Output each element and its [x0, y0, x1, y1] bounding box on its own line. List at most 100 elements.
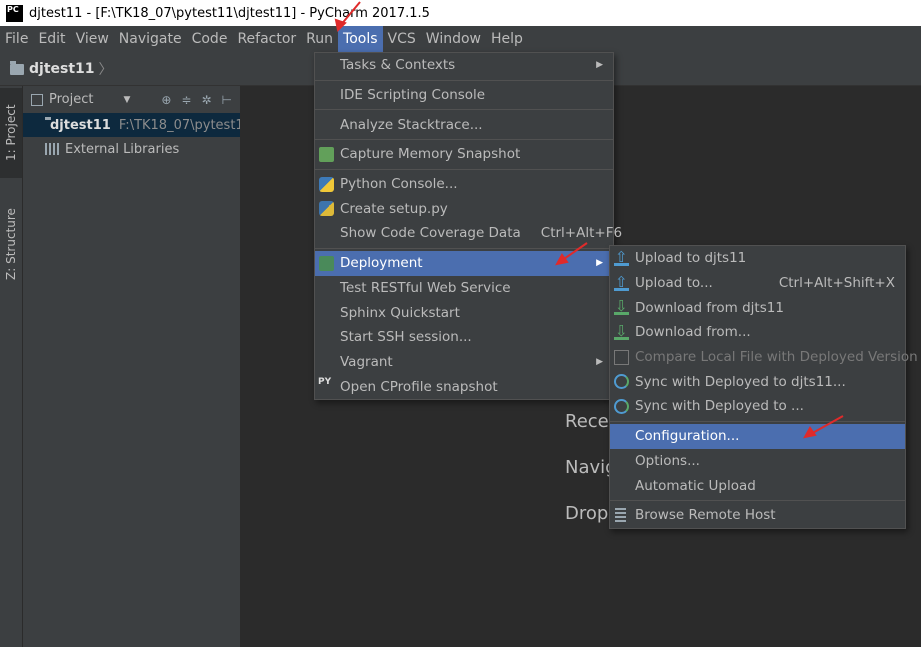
- tab-structure[interactable]: Z: Structure: [0, 194, 22, 294]
- menu-edit[interactable]: Edit: [33, 26, 70, 53]
- separator: [315, 168, 613, 170]
- menu-item-options[interactable]: Options...: [610, 449, 905, 474]
- ide-scripting-label: IDE Scripting Console: [340, 87, 486, 104]
- cprofile-label: Open CProfile snapshot: [340, 378, 498, 395]
- sphinx-label: Sphinx Quickstart: [340, 304, 460, 321]
- menu-item-sync[interactable]: Sync with Deployed to ...: [610, 394, 905, 419]
- project-view-icon: [31, 93, 43, 106]
- menu-item-upload-to[interactable]: Upload to... Ctrl+Alt+Shift+X: [610, 271, 905, 296]
- download-from-label: Download from...: [635, 324, 751, 341]
- title-bar: PC djtest11 - [F:\TK18_07\pytest11\djtes…: [0, 0, 921, 26]
- ssh-label: Start SSH session...: [340, 329, 472, 346]
- chevron-down-icon[interactable]: ▼: [123, 95, 130, 105]
- menu-item-vagrant[interactable]: Vagrant ▶: [315, 350, 613, 375]
- separator: [315, 109, 613, 111]
- menu-item-compare-deployed[interactable]: Compare Local File with Deployed Version: [610, 345, 918, 370]
- menu-item-analyze-stacktrace[interactable]: Analyze Stacktrace...: [315, 112, 613, 137]
- deployment-icon: [319, 255, 334, 271]
- menu-item-deployment[interactable]: Deployment ▶: [315, 250, 613, 276]
- create-setup-label: Create setup.py: [340, 200, 448, 217]
- library-icon: [45, 143, 61, 155]
- compare-label: Compare Local File with Deployed Version: [635, 349, 918, 366]
- upload-djts-label: Upload to djts11: [635, 250, 747, 267]
- tree-row-project-root[interactable]: djtest11 F:\TK18_07\pytest11: [23, 113, 240, 137]
- external-libraries-label: External Libraries: [65, 141, 180, 157]
- auto-upload-label: Automatic Upload: [635, 477, 756, 494]
- menu-vcs[interactable]: VCS: [383, 26, 421, 53]
- menu-item-download-from-djts11[interactable]: Download from djts11: [610, 295, 905, 320]
- left-tool-strip: 1: Project Z: Structure: [0, 86, 23, 647]
- menu-code[interactable]: Code: [187, 26, 233, 53]
- download-icon: [614, 297, 629, 316]
- scroll-from-source-icon[interactable]: ⊕: [161, 93, 171, 107]
- memory-snapshot-icon: [319, 147, 334, 163]
- tools-menu: Tasks & Contexts ▶ IDE Scripting Console…: [314, 52, 622, 400]
- menu-navigate[interactable]: Navigate: [114, 26, 187, 53]
- project-header-label[interactable]: Project: [49, 92, 93, 107]
- separator: [610, 420, 905, 422]
- coverage-shortcut: Ctrl+Alt+F6: [540, 225, 623, 242]
- menu-item-cprofile[interactable]: PY Open CProfile snapshot: [315, 374, 613, 399]
- tree-row-external-libraries[interactable]: External Libraries: [23, 137, 240, 161]
- window-title: djtest11 - [F:\TK18_07\pytest11\djtest11…: [29, 5, 430, 21]
- browse-remote-icon: [615, 507, 626, 523]
- menu-item-ide-scripting[interactable]: IDE Scripting Console: [315, 83, 613, 108]
- menu-item-sphinx[interactable]: Sphinx Quickstart: [315, 300, 613, 325]
- separator: [315, 139, 613, 141]
- collapse-all-icon[interactable]: ≑: [181, 93, 191, 107]
- hide-panel-icon[interactable]: ⊢: [222, 93, 232, 107]
- menu-item-python-console[interactable]: Python Console...: [315, 172, 613, 197]
- menu-item-browse-remote[interactable]: Browse Remote Host: [610, 503, 905, 528]
- gear-icon[interactable]: ✲: [201, 93, 211, 107]
- menu-item-configuration[interactable]: Configuration...: [610, 423, 905, 449]
- panel-toolbar: ⊕ ≑ ✲ ⊢: [161, 93, 232, 107]
- sync-djts-label: Sync with Deployed to djts11...: [635, 373, 846, 390]
- deployment-label: Deployment: [340, 255, 423, 272]
- sync-label: Sync with Deployed to ...: [635, 398, 804, 415]
- upload-icon: [614, 248, 629, 266]
- project-root-name: djtest11: [50, 117, 111, 133]
- analyze-label: Analyze Stacktrace...: [340, 116, 483, 133]
- app-icon-text: PC: [7, 4, 19, 14]
- menu-item-sync-djts11[interactable]: Sync with Deployed to djts11...: [610, 369, 905, 394]
- menu-item-ssh-session[interactable]: Start SSH session...: [315, 325, 613, 350]
- upload-icon: [614, 273, 629, 291]
- tasks-label: Tasks & Contexts: [340, 57, 456, 74]
- project-panel: Project ▼ ⊕ ≑ ✲ ⊢ djtest11 F:\TK18_07\py…: [23, 86, 241, 647]
- upload-to-shortcut: Ctrl+Alt+Shift+X: [778, 275, 895, 292]
- coverage-label: Show Code Coverage Data: [340, 225, 521, 242]
- menu-item-code-coverage[interactable]: Show Code Coverage Data Ctrl+Alt+F6: [315, 221, 622, 246]
- deployment-submenu: Upload to djts11 Upload to... Ctrl+Alt+S…: [609, 245, 918, 529]
- breadcrumb[interactable]: djtest11 〉: [10, 59, 113, 79]
- submenu-arrow-icon: ▶: [596, 356, 603, 367]
- hint-drop-files: Drop: [565, 503, 609, 524]
- menu-item-test-restful[interactable]: Test RESTful Web Service: [315, 276, 613, 301]
- sync-icon: [614, 399, 629, 415]
- download-djts-label: Download from djts11: [635, 299, 784, 316]
- menu-item-create-setup[interactable]: Create setup.py: [315, 196, 613, 221]
- configuration-label: Configuration...: [635, 428, 740, 445]
- folder-icon: [10, 60, 24, 75]
- tab-structure-label: Z: Structure: [4, 208, 18, 280]
- menu-refactor[interactable]: Refactor: [232, 26, 301, 53]
- menu-item-download-from[interactable]: Download from...: [610, 320, 905, 345]
- tab-project[interactable]: 1: Project: [0, 88, 22, 178]
- upload-to-label: Upload to...: [635, 275, 713, 292]
- menu-item-automatic-upload[interactable]: Automatic Upload: [610, 473, 905, 498]
- menu-tools[interactable]: Tools: [338, 26, 383, 53]
- python-icon: [319, 176, 334, 192]
- separator: [315, 247, 613, 249]
- menu-window[interactable]: Window: [421, 26, 486, 53]
- menu-view[interactable]: View: [71, 26, 114, 53]
- menu-run[interactable]: Run: [301, 26, 338, 53]
- menu-item-capture-memory[interactable]: Capture Memory Snapshot: [315, 142, 613, 167]
- options-label: Options...: [635, 452, 700, 469]
- chevron-right-icon: 〉: [98, 62, 113, 78]
- submenu-arrow-icon: ▶: [596, 60, 603, 71]
- submenu-arrow-icon: ▶: [596, 258, 603, 269]
- menu-help[interactable]: Help: [486, 26, 528, 53]
- menu-file[interactable]: File: [0, 26, 33, 53]
- menu-item-upload-to-djts11[interactable]: Upload to djts11: [610, 246, 905, 271]
- menu-item-tasks-contexts[interactable]: Tasks & Contexts ▶: [315, 53, 613, 78]
- separator: [610, 499, 905, 501]
